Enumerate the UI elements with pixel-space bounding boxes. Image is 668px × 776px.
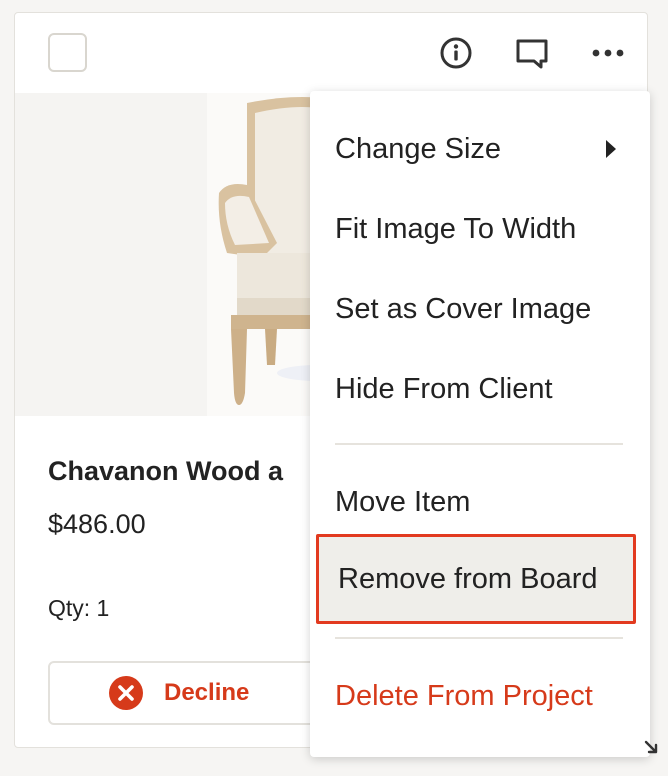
product-title: Chavanon Wood a <box>48 456 284 486</box>
product-price: $486.00 <box>48 509 146 539</box>
menu-item-label: Hide From Client <box>335 372 553 405</box>
menu-item-set-cover-image[interactable]: Set as Cover Image <box>310 269 650 349</box>
menu-item-label: Set as Cover Image <box>335 292 592 325</box>
decline-label: Decline <box>164 679 250 706</box>
menu-item-fit-image-to-width[interactable]: Fit Image To Width <box>310 189 650 269</box>
resize-handle-icon[interactable] <box>642 738 662 758</box>
close-circle-icon <box>109 676 143 710</box>
select-checkbox[interactable] <box>48 33 87 72</box>
info-icon[interactable] <box>438 35 474 71</box>
menu-item-label: Delete From Project <box>335 679 593 712</box>
menu-item-label: Move Item <box>335 485 471 518</box>
decline-button[interactable]: Decline <box>48 661 338 725</box>
product-quantity: Qty: 1 <box>48 595 110 621</box>
menu-item-label: Remove from Board <box>338 562 598 595</box>
menu-divider <box>335 443 623 445</box>
menu-item-change-size[interactable]: Change Size <box>310 109 650 189</box>
comment-icon[interactable] <box>514 35 550 71</box>
context-menu: Change Size Fit Image To Width Set as Co… <box>310 91 650 757</box>
chevron-right-icon <box>606 140 616 158</box>
menu-item-delete-from-project[interactable]: Delete From Project <box>310 656 650 736</box>
menu-item-move-item[interactable]: Move Item <box>310 462 650 542</box>
more-horizontal-icon[interactable] <box>590 35 626 71</box>
menu-divider <box>335 637 623 639</box>
menu-item-label: Change Size <box>335 132 502 165</box>
menu-item-hide-from-client[interactable]: Hide From Client <box>310 349 650 429</box>
card-header <box>15 13 647 93</box>
menu-item-remove-from-board[interactable]: Remove from Board <box>316 534 636 624</box>
menu-item-label: Fit Image To Width <box>335 212 577 245</box>
